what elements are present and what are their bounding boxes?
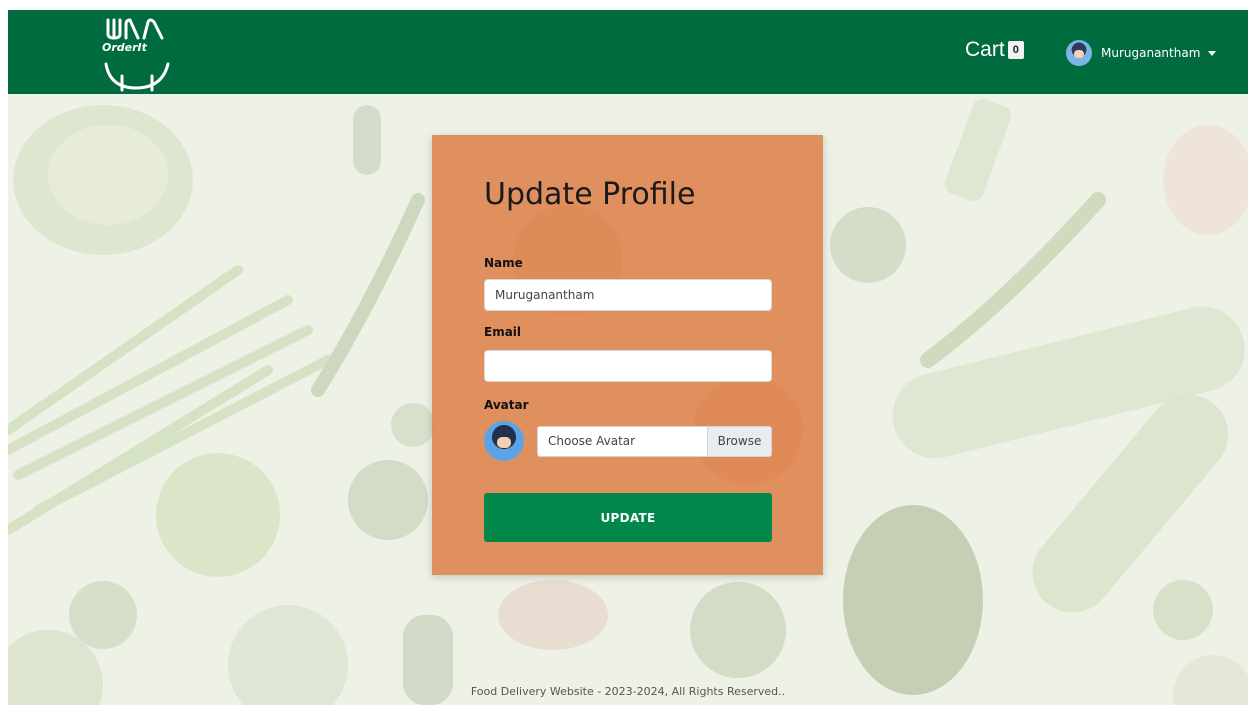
user-menu-dropdown[interactable]: Muruganantham bbox=[1066, 40, 1217, 66]
avatar-label: Avatar bbox=[484, 398, 529, 412]
name-input[interactable] bbox=[484, 279, 772, 311]
file-input-placeholder: Choose Avatar bbox=[548, 434, 636, 448]
cart-label: Cart bbox=[965, 38, 1005, 61]
page-title: Update Profile bbox=[484, 177, 696, 212]
name-label: Name bbox=[484, 256, 523, 270]
avatar-file-input[interactable]: Choose Avatar Browse bbox=[537, 426, 772, 457]
avatar-preview-image bbox=[484, 421, 524, 461]
user-name: Muruganantham bbox=[1101, 46, 1201, 60]
top-navbar: OrderIt Cart 0 Muruganantham bbox=[8, 10, 1248, 94]
user-avatar bbox=[1066, 40, 1092, 66]
orderit-logo[interactable]: OrderIt bbox=[102, 14, 172, 92]
cart-count-badge: 0 bbox=[1007, 41, 1024, 59]
email-label: Email bbox=[484, 325, 522, 339]
caret-down-icon bbox=[1208, 50, 1217, 56]
email-input[interactable] bbox=[484, 350, 772, 382]
cart-link[interactable]: Cart 0 bbox=[965, 38, 1024, 62]
logo-text: OrderIt bbox=[102, 41, 147, 54]
browse-button[interactable]: Browse bbox=[707, 427, 771, 456]
update-button[interactable]: UPDATE bbox=[484, 493, 772, 542]
footer-text: Food Delivery Website - 2023-2024, All R… bbox=[470, 685, 786, 698]
page: OrderIt Cart 0 Muruganantham Update Prof… bbox=[8, 10, 1248, 705]
update-profile-form: Update Profile Name Email Avatar Choose … bbox=[432, 135, 823, 575]
